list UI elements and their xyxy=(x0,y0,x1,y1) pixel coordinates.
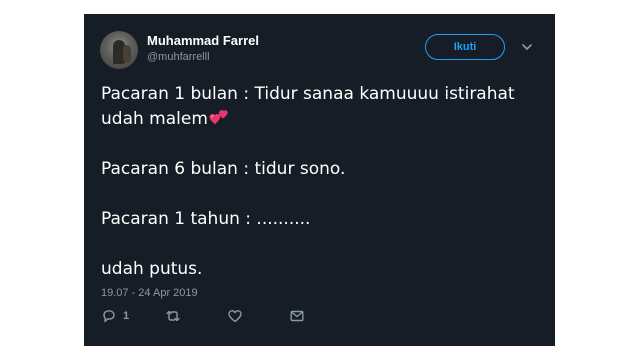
timestamp[interactable]: 19.07 - 24 Apr 2019 xyxy=(101,287,198,299)
chevron-down-icon[interactable] xyxy=(521,41,533,53)
tweet-line: udah putus. xyxy=(101,259,203,279)
tweet-text: Pacaran 1 bulan : Tidur sanaa kamuuuu is… xyxy=(101,82,541,307)
envelope-icon xyxy=(290,310,304,322)
reply-icon xyxy=(103,310,115,323)
follow-button[interactable]: Ikuti xyxy=(425,34,505,60)
reply-button[interactable]: 1 xyxy=(101,308,129,324)
avatar-figure-secondary xyxy=(123,45,131,63)
tweet-card: Muhammad Farrel @muhfarrelll Ikuti Pacar… xyxy=(84,14,555,346)
tweet-line: Pacaran 1 bulan : Tidur sanaa kamuuuu is… xyxy=(101,82,541,132)
reply-count: 1 xyxy=(123,310,130,322)
avatar[interactable] xyxy=(100,31,138,69)
action-bar: 1 xyxy=(101,308,401,324)
like-button[interactable] xyxy=(227,308,243,324)
user-handle[interactable]: @muhfarrelll xyxy=(147,51,210,63)
tweet-line: Pacaran 6 bulan : tidur sono. xyxy=(101,159,346,179)
direct-message-button[interactable] xyxy=(289,308,305,324)
retweet-button[interactable] xyxy=(165,308,181,324)
retweet-icon xyxy=(166,310,180,322)
heart-icon xyxy=(228,310,242,323)
tweet-line: Pacaran 1 tahun : .......... xyxy=(101,209,311,229)
display-name[interactable]: Muhammad Farrel xyxy=(147,33,259,48)
tweet-line-text: Pacaran 1 bulan : Tidur sanaa kamuuuu is… xyxy=(101,84,515,129)
two-hearts-icon xyxy=(209,110,228,125)
